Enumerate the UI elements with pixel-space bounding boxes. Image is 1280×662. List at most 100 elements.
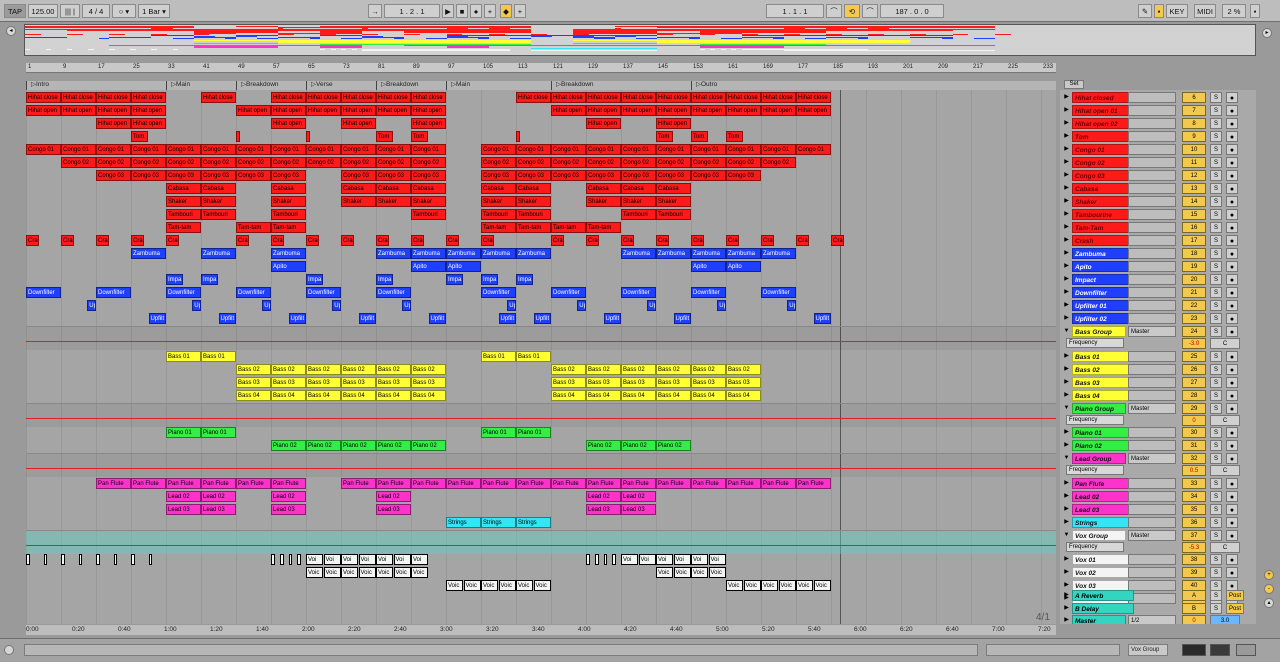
clip[interactable]: Lead 02 (376, 490, 411, 502)
arm-button[interactable]: ● (1226, 235, 1238, 246)
clip[interactable]: Hihat open (796, 105, 831, 116)
track-name[interactable]: Vox 01 (1072, 554, 1134, 565)
track-activator-icon[interactable]: ▶ (1062, 314, 1071, 323)
clip[interactable]: Piano 02 (586, 440, 621, 451)
output-routing-menu[interactable]: Master (1128, 326, 1176, 337)
clip[interactable]: Apito (411, 261, 446, 272)
clip[interactable]: Tam-tam (271, 222, 306, 233)
track-header[interactable]: ▶ Downfilter 21 S ● (1060, 287, 1256, 300)
clip[interactable]: Bass 04 (306, 389, 341, 401)
track-header[interactable]: ▶ Tam-Tam 16 S ● (1060, 222, 1256, 235)
solo-button[interactable]: S (1210, 274, 1222, 285)
solo-button[interactable]: S (1210, 602, 1222, 614)
clip[interactable]: Bass 02 (586, 363, 621, 375)
arm-button[interactable]: ● (1226, 350, 1238, 362)
clip[interactable]: Zambuma (446, 248, 481, 259)
track-pan[interactable]: C (1210, 541, 1240, 553)
track-activator-number[interactable]: 9 (1182, 131, 1206, 142)
clip[interactable]: Voic (498, 580, 516, 591)
output-routing-menu[interactable]: Master (1128, 529, 1176, 541)
key-map-button[interactable]: KEY (1166, 4, 1188, 18)
track-activator-icon[interactable]: ▶ (1062, 106, 1071, 115)
clip[interactable]: Downfilter (761, 287, 796, 298)
clip[interactable]: Hihat open (271, 105, 306, 116)
clip[interactable] (26, 554, 30, 565)
arm-button[interactable]: ● (1226, 567, 1238, 578)
solo-button[interactable]: S (1210, 144, 1222, 155)
clip[interactable]: Strings (446, 516, 481, 528)
clip[interactable]: Hihat close (61, 92, 96, 103)
clip[interactable]: Congo 02 (61, 157, 96, 168)
clip[interactable]: Voic (446, 580, 463, 591)
track-volume[interactable]: -5.3 (1182, 541, 1206, 553)
track-header[interactable]: ▶ Crash 17 S ● (1060, 235, 1256, 248)
clip[interactable]: Hihat open (26, 105, 61, 116)
track-header[interactable]: ▶ Bass 04 28 S ● (1060, 389, 1256, 403)
solo-button[interactable]: S (1210, 261, 1222, 272)
clip[interactable]: Hihat close (96, 92, 131, 103)
output-routing-menu[interactable]: Master (1128, 453, 1176, 464)
clip[interactable]: Hihat open (411, 105, 446, 116)
clip[interactable]: Hihat open (761, 105, 796, 116)
clip[interactable]: Upfilt (813, 313, 831, 324)
track-activator-number[interactable]: 21 (1182, 287, 1206, 298)
clip[interactable] (288, 554, 293, 565)
track-activator-icon[interactable]: ▶ (1062, 352, 1071, 361)
clip[interactable]: Cra (306, 235, 319, 246)
clip[interactable]: Cabasa (411, 183, 446, 194)
solo-button[interactable]: S (1210, 92, 1222, 103)
clip[interactable]: Upfilt (603, 313, 621, 324)
clip[interactable]: Bass 03 (691, 376, 726, 388)
track-pan[interactable]: C (1210, 414, 1240, 426)
clip[interactable]: Voic (691, 567, 708, 578)
clip[interactable]: Downfilter (96, 287, 131, 298)
arm-button[interactable]: ● (1226, 274, 1238, 285)
clip[interactable]: Zambuma (376, 248, 411, 259)
clip[interactable]: Piano 02 (411, 440, 446, 451)
clip[interactable]: Zambuma (481, 248, 516, 259)
track-activator-icon[interactable]: ▶ (1062, 518, 1071, 527)
clip[interactable]: Shaker (271, 196, 306, 207)
return-track-header[interactable]: ▶ A Reverb A S Post (1060, 590, 1256, 602)
track-activator-icon[interactable]: ▶ (1062, 223, 1071, 232)
clip[interactable]: Lead 02 (621, 490, 656, 502)
clip[interactable]: Piano 02 (376, 440, 411, 451)
clip[interactable]: Cabasa (586, 183, 621, 194)
clip[interactable]: Congo 01 (516, 144, 551, 155)
clip[interactable]: Zambuma (691, 248, 726, 259)
clip[interactable]: Hihat open (96, 105, 131, 116)
track-activator-icon[interactable]: ▶ (1062, 158, 1071, 167)
track-name[interactable]: Congo 03 (1072, 170, 1134, 181)
clip[interactable]: Piano 02 (656, 440, 691, 451)
clip[interactable]: Bass 02 (656, 363, 691, 375)
quantize-menu[interactable]: 1 Bar ▾ (138, 4, 170, 18)
clip[interactable]: Pan Flute (656, 477, 691, 489)
arm-button[interactable]: ● (1226, 131, 1238, 142)
track-header[interactable]: ▶ Upfilter 02 23 S ● (1060, 313, 1256, 326)
clip[interactable] (271, 554, 275, 565)
clip[interactable]: Lead 03 (271, 503, 306, 515)
track-name[interactable]: Bass 01 (1072, 350, 1134, 362)
arm-button[interactable]: ● (1226, 440, 1238, 451)
clip[interactable]: Congo 02 (271, 157, 306, 168)
clip[interactable]: Bass 01 (481, 350, 516, 362)
locator-lane[interactable]: ▷Intro ▷Main ▷Breakdown ▷Verse ▷Breakdown ▷Ma… (26, 81, 1056, 90)
clip[interactable]: Lead 02 (586, 490, 621, 502)
track-name[interactable]: Hihat closed (1072, 92, 1134, 103)
track-header[interactable]: ▶ Pan Flute 33 S ● (1060, 477, 1256, 491)
solo-button[interactable]: S (1210, 183, 1222, 194)
clip[interactable]: Downfilter (621, 287, 656, 298)
track-name[interactable]: Upfilter 01 (1072, 300, 1134, 311)
clip[interactable]: Hihat close (691, 92, 726, 103)
clip[interactable]: Congo 01 (621, 144, 656, 155)
horizontal-scrollbar[interactable] (986, 644, 1120, 656)
solo-button[interactable]: S (1210, 157, 1222, 168)
track-name[interactable]: Vox 02 (1072, 567, 1134, 578)
track-pan[interactable]: C (1210, 465, 1240, 476)
solo-button[interactable]: S (1210, 590, 1222, 601)
track-volume[interactable]: 0 (1182, 414, 1206, 426)
track-activator-number[interactable]: 8 (1182, 118, 1206, 129)
track-header[interactable]: ▶ Strings 36 S ● (1060, 516, 1256, 530)
clip[interactable]: Congo 03 (656, 170, 691, 181)
clip[interactable]: Hihat close (796, 92, 831, 103)
